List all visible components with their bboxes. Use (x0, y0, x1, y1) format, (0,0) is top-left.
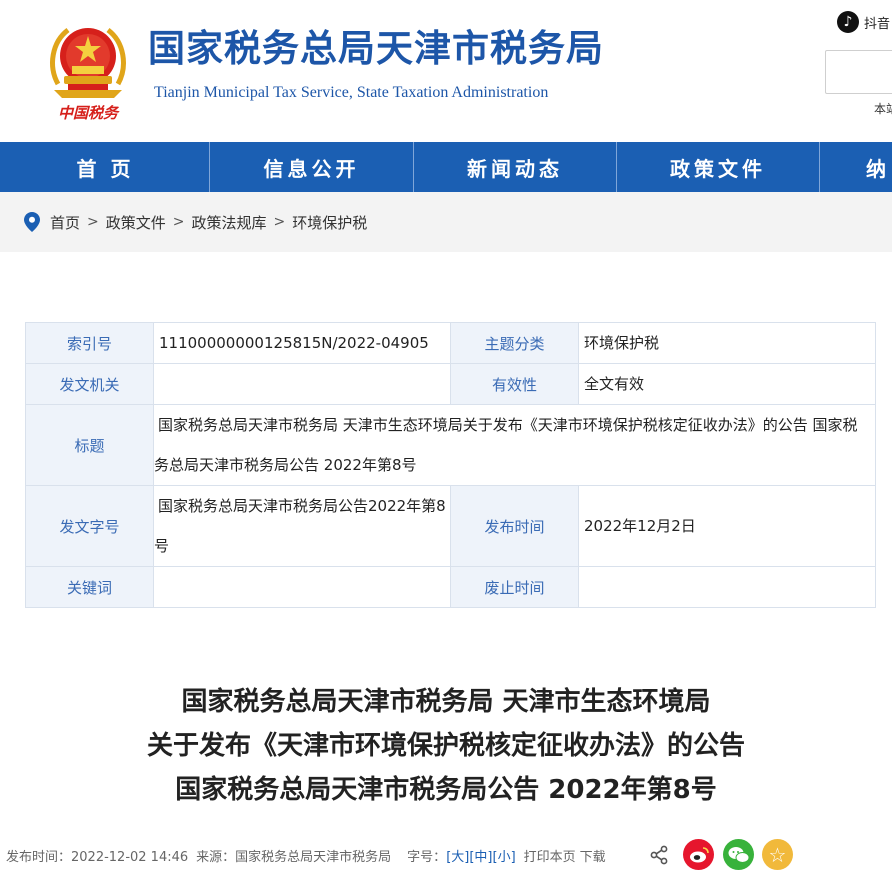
wechat-icon (728, 846, 749, 863)
breadcrumb-separator: > (87, 214, 99, 230)
category-value: 环境保护税 (578, 322, 876, 364)
main-nav: 首页 信息公开 新闻动态 政策文件 纳 (0, 142, 892, 192)
abolish-date-label: 废止时间 (450, 566, 579, 608)
document-info-table: 索引号 11100000000125815N/2022-04905 主题分类 环… (25, 322, 876, 608)
nav-item-news[interactable]: 新闻动态 (414, 142, 617, 192)
site-title: 国家税务总局天津市税务局 (148, 27, 604, 70)
article-title-line-1: 国家税务总局天津市税务局 天津市生态环境局 (181, 687, 711, 717)
title-label: 标题 (25, 404, 154, 486)
location-pin-icon (24, 212, 40, 232)
tax-emblem-logo[interactable]: 中国税务 (44, 14, 132, 126)
keywords-label: 关键词 (25, 566, 154, 608)
site-header: 中国税务 国家税务总局天津市税务局 Tianjin Municipal Tax … (0, 0, 892, 142)
issuer-value (153, 363, 451, 405)
article-source: 来源：国家税务总局天津市税务局 (196, 849, 392, 865)
article-title-line-2: 关于发布《天津市环境保护税核定征收办法》的公告 (146, 731, 745, 761)
doc-no-value: 国家税务总局天津市税务局公告2022年第8号 (153, 485, 451, 567)
issuer-label: 发文机关 (25, 363, 154, 405)
breadcrumb-separator: > (273, 214, 286, 230)
svg-text:中国税务: 中国税务 (58, 104, 120, 122)
index-no-value: 11100000000125815N/2022-04905 (153, 322, 451, 364)
article-title-line-3: 国家税务总局天津市税务局公告 2022年第8号 (175, 775, 717, 805)
favorite-button[interactable]: ☆ (762, 839, 793, 870)
douyin-icon: ♪ (837, 11, 859, 33)
validity-label: 有效性 (450, 363, 579, 405)
print-button[interactable]: 打印本页 (524, 846, 576, 865)
breadcrumb-home[interactable]: 首页 (50, 212, 80, 233)
breadcrumb-current: 环境保护税 (292, 213, 368, 232)
favorite-icon: ☆ (768, 842, 787, 867)
publish-date-value: 2022年12月2日 (578, 485, 876, 567)
doc-no-label: 发文字号 (25, 485, 154, 567)
douyin-label: 抖音 (864, 16, 891, 32)
breadcrumb-policy-documents[interactable]: 政策文件 (106, 212, 166, 233)
breadcrumb: 首页 > 政策文件 > 政策法规库 > 环境保护税 (0, 192, 892, 252)
validity-value: 全文有效 (578, 363, 876, 405)
abolish-date-value (578, 566, 876, 608)
title-value: 国家税务总局天津市税务局 天津市生态环境局关于发布《天津市环境保护税核定征收办法… (153, 404, 876, 486)
wechat-share-button[interactable] (723, 839, 754, 870)
index-no-label: 索引号 (25, 322, 154, 364)
nav-item-info-disclosure[interactable]: 信息公开 (210, 142, 414, 192)
douyin-link[interactable]: ♪ 抖音 (837, 11, 890, 33)
share-icon[interactable] (650, 845, 668, 865)
nav-item-home[interactable]: 首页 (0, 142, 210, 192)
font-size-medium-button[interactable]: [中] (469, 846, 492, 865)
publish-date-label: 发布时间 (450, 485, 579, 567)
article-meta: 发布时间：2022-12-02 14:46 来源：国家税务总局天津市税务局 字号… (6, 843, 606, 867)
breadcrumb-policy-library[interactable]: 政策法规库 (192, 212, 267, 233)
font-size-label: 字号： (407, 849, 447, 865)
site-subtitle: Tianjin Municipal Tax Service, State Tax… (154, 84, 549, 101)
nav-item-policy-documents[interactable]: 政策文件 (617, 142, 820, 192)
article-title: 国家税务总局天津市税务局 天津市生态环境局 关于发布《天津市环境保护税核定征收办… (0, 680, 892, 812)
weibo-icon (689, 846, 709, 862)
font-size-large-button[interactable]: [大] (446, 846, 469, 865)
font-size-small-button[interactable]: [小] (493, 846, 516, 865)
nav-item-taxpayer[interactable]: 纳 (820, 142, 892, 192)
publish-time: 发布时间：2022-12-02 14:46 (6, 849, 189, 865)
category-label: 主题分类 (450, 322, 579, 364)
search-scope-label[interactable]: 本站 (874, 100, 892, 117)
weibo-share-button[interactable] (683, 839, 714, 870)
search-input[interactable] (825, 50, 892, 94)
keywords-value (153, 566, 451, 608)
download-button[interactable]: 下载 (580, 846, 606, 865)
breadcrumb-separator: > (172, 214, 185, 230)
